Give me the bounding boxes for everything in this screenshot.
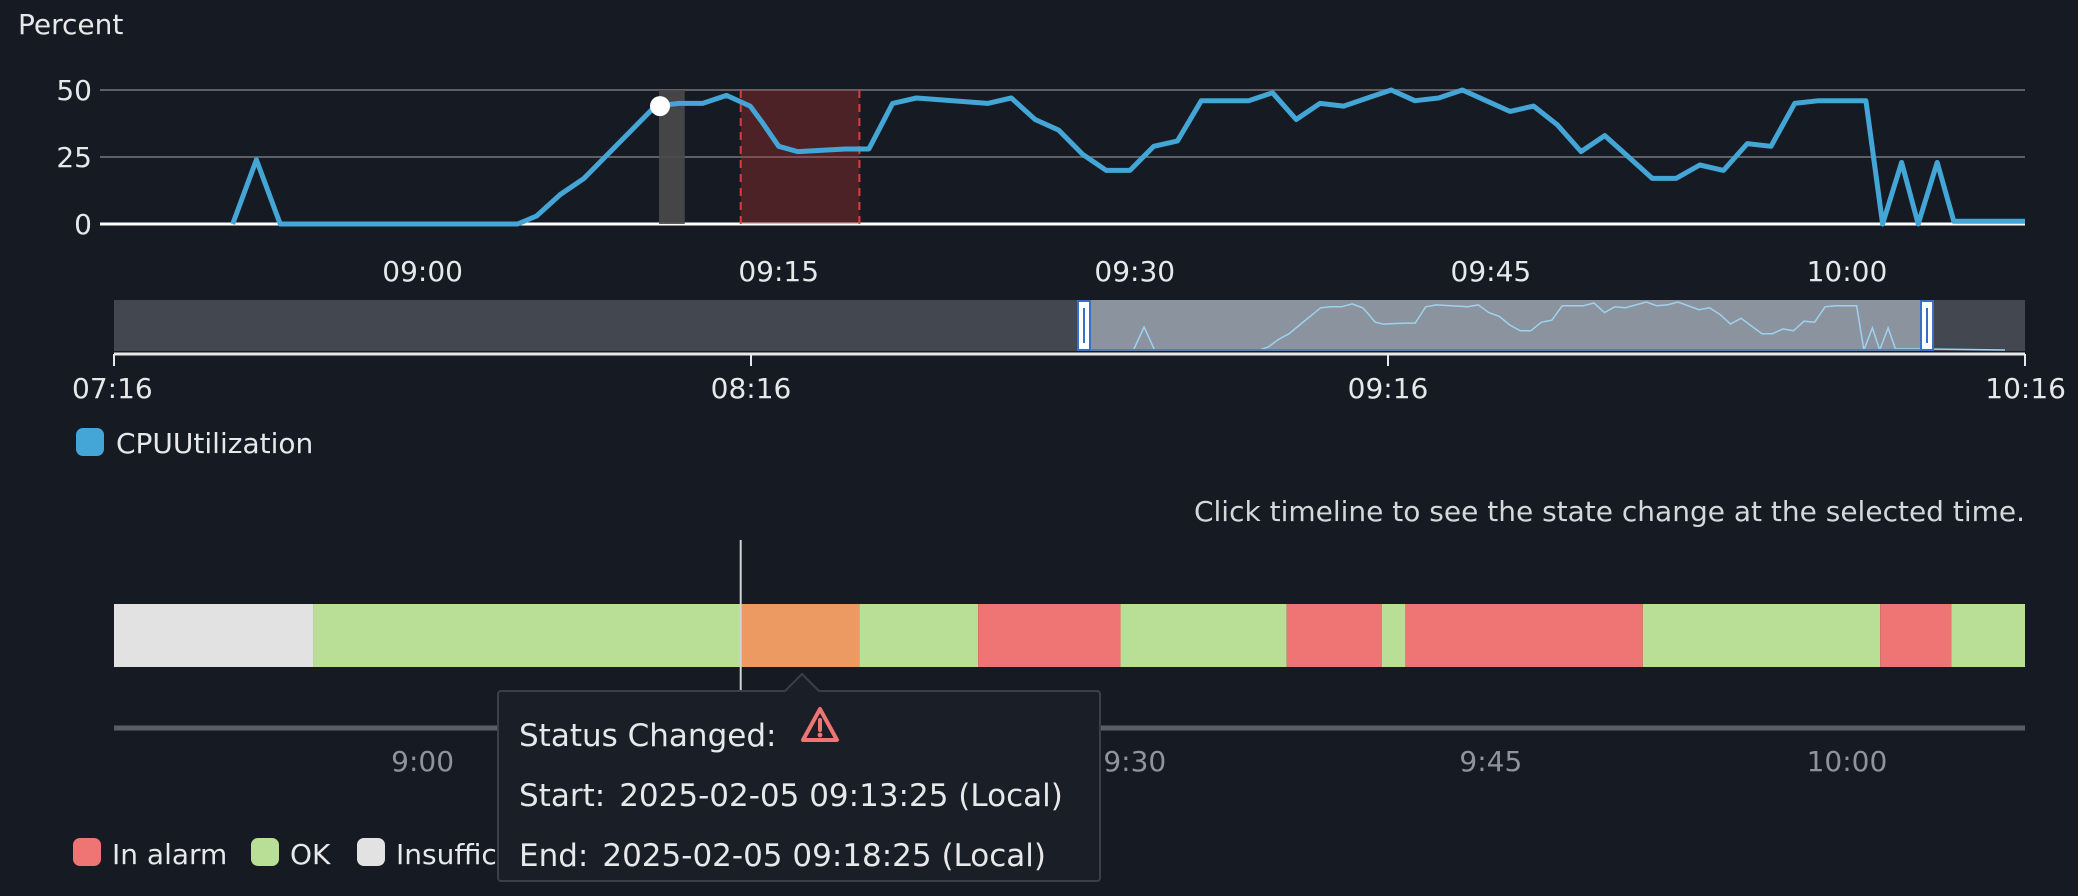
tooltip-start-value: 2025-02-05 09:13:25 (Local) [619, 778, 1063, 814]
tooltip-status-label: Status Changed: [519, 718, 777, 754]
timeline-segment[interactable] [1405, 604, 1643, 667]
timeline-segment[interactable] [1642, 604, 1881, 667]
y-tick-label: 25 [56, 141, 92, 174]
timeline-segment[interactable] [859, 604, 979, 667]
legend-swatch-ok [251, 838, 279, 866]
x-tick-label: 09:00 [382, 255, 463, 288]
timeline-segment[interactable] [313, 604, 741, 667]
timeline-tick-label: 9:45 [1459, 745, 1522, 778]
timeline-tick-label: 10:00 [1807, 745, 1888, 778]
tooltip-status-row: Status Changed: [519, 706, 1099, 766]
alarm-window-highlight [739, 90, 861, 224]
navigator-tick-label: 09:16 [1348, 372, 1429, 405]
legend-label-in-alarm: In alarm [112, 838, 227, 871]
alarm-window-fill [740, 90, 860, 224]
series-legend[interactable]: CPUUtilization [76, 427, 313, 460]
legend-label-cpuutilization: CPUUtilization [116, 427, 313, 460]
legend-label-insufficient: Insuffic [396, 838, 497, 871]
y-axis-label: Percent [18, 8, 123, 41]
x-tick-label: 09:45 [1451, 255, 1532, 288]
tooltip-start-row: Start: 2025-02-05 09:13:25 (Local) [519, 766, 1099, 826]
tooltip-end-row: End: 2025-02-05 09:18:25 (Local) [519, 826, 1099, 886]
legend-swatch-cpuutilization [76, 428, 104, 456]
x-ticks: 09:00 09:15 09:30 09:45 10:00 [382, 255, 1887, 288]
y-ticks: 0 25 50 [56, 74, 92, 241]
y-tick-label: 0 [74, 208, 92, 241]
timeline-segment[interactable] [1120, 604, 1287, 667]
navigator-left-handle[interactable] [1077, 300, 1091, 351]
tooltip-end-value: 2025-02-05 09:18:25 (Local) [602, 838, 1046, 874]
legend-swatch-insufficient [357, 838, 385, 866]
hover-point-marker[interactable] [650, 96, 670, 117]
timeline-segment[interactable] [740, 604, 860, 667]
overview-navigator[interactable] [114, 300, 2025, 356]
navigator-tick-label: 07:16 [72, 372, 153, 405]
timeline-segment[interactable] [1286, 604, 1382, 667]
x-tick-label: 09:15 [738, 255, 819, 288]
y-tick-label: 50 [56, 74, 92, 107]
state-legend: In alarm OK Insuffic [73, 838, 497, 871]
navigator-right-handle[interactable] [1920, 300, 1934, 351]
navigator-tick-label: 08:16 [711, 372, 792, 405]
timeline-hint: Click timeline to see the state change a… [1194, 495, 2025, 528]
timeline-tick-label: 9:30 [1103, 745, 1166, 778]
navigator-tick-label: 10:16 [1985, 372, 2066, 405]
timeline-segment[interactable] [978, 604, 1121, 667]
timeline-tick-label: 9:00 [391, 745, 454, 778]
state-timeline[interactable] [114, 604, 2025, 667]
legend-swatch-in-alarm [73, 838, 101, 866]
timeline-segment[interactable] [1951, 604, 2025, 667]
legend-label-ok: OK [290, 838, 331, 871]
x-tick-label: 10:00 [1807, 255, 1888, 288]
status-tooltip: Status Changed: Start: 2025-02-05 09:13:2… [497, 672, 1101, 882]
warning-triangle-icon [800, 704, 840, 764]
x-tick-label: 09:30 [1094, 255, 1175, 288]
timeline-segment[interactable] [1381, 604, 1406, 667]
timeline-segment[interactable] [1880, 604, 1952, 667]
tooltip-end-label: End: [519, 838, 589, 874]
navigator-x-ticks: 07:16 08:16 09:16 10:16 [72, 354, 2066, 405]
tooltip-start-label: Start: [519, 778, 606, 814]
timeline-segment[interactable] [114, 604, 314, 667]
